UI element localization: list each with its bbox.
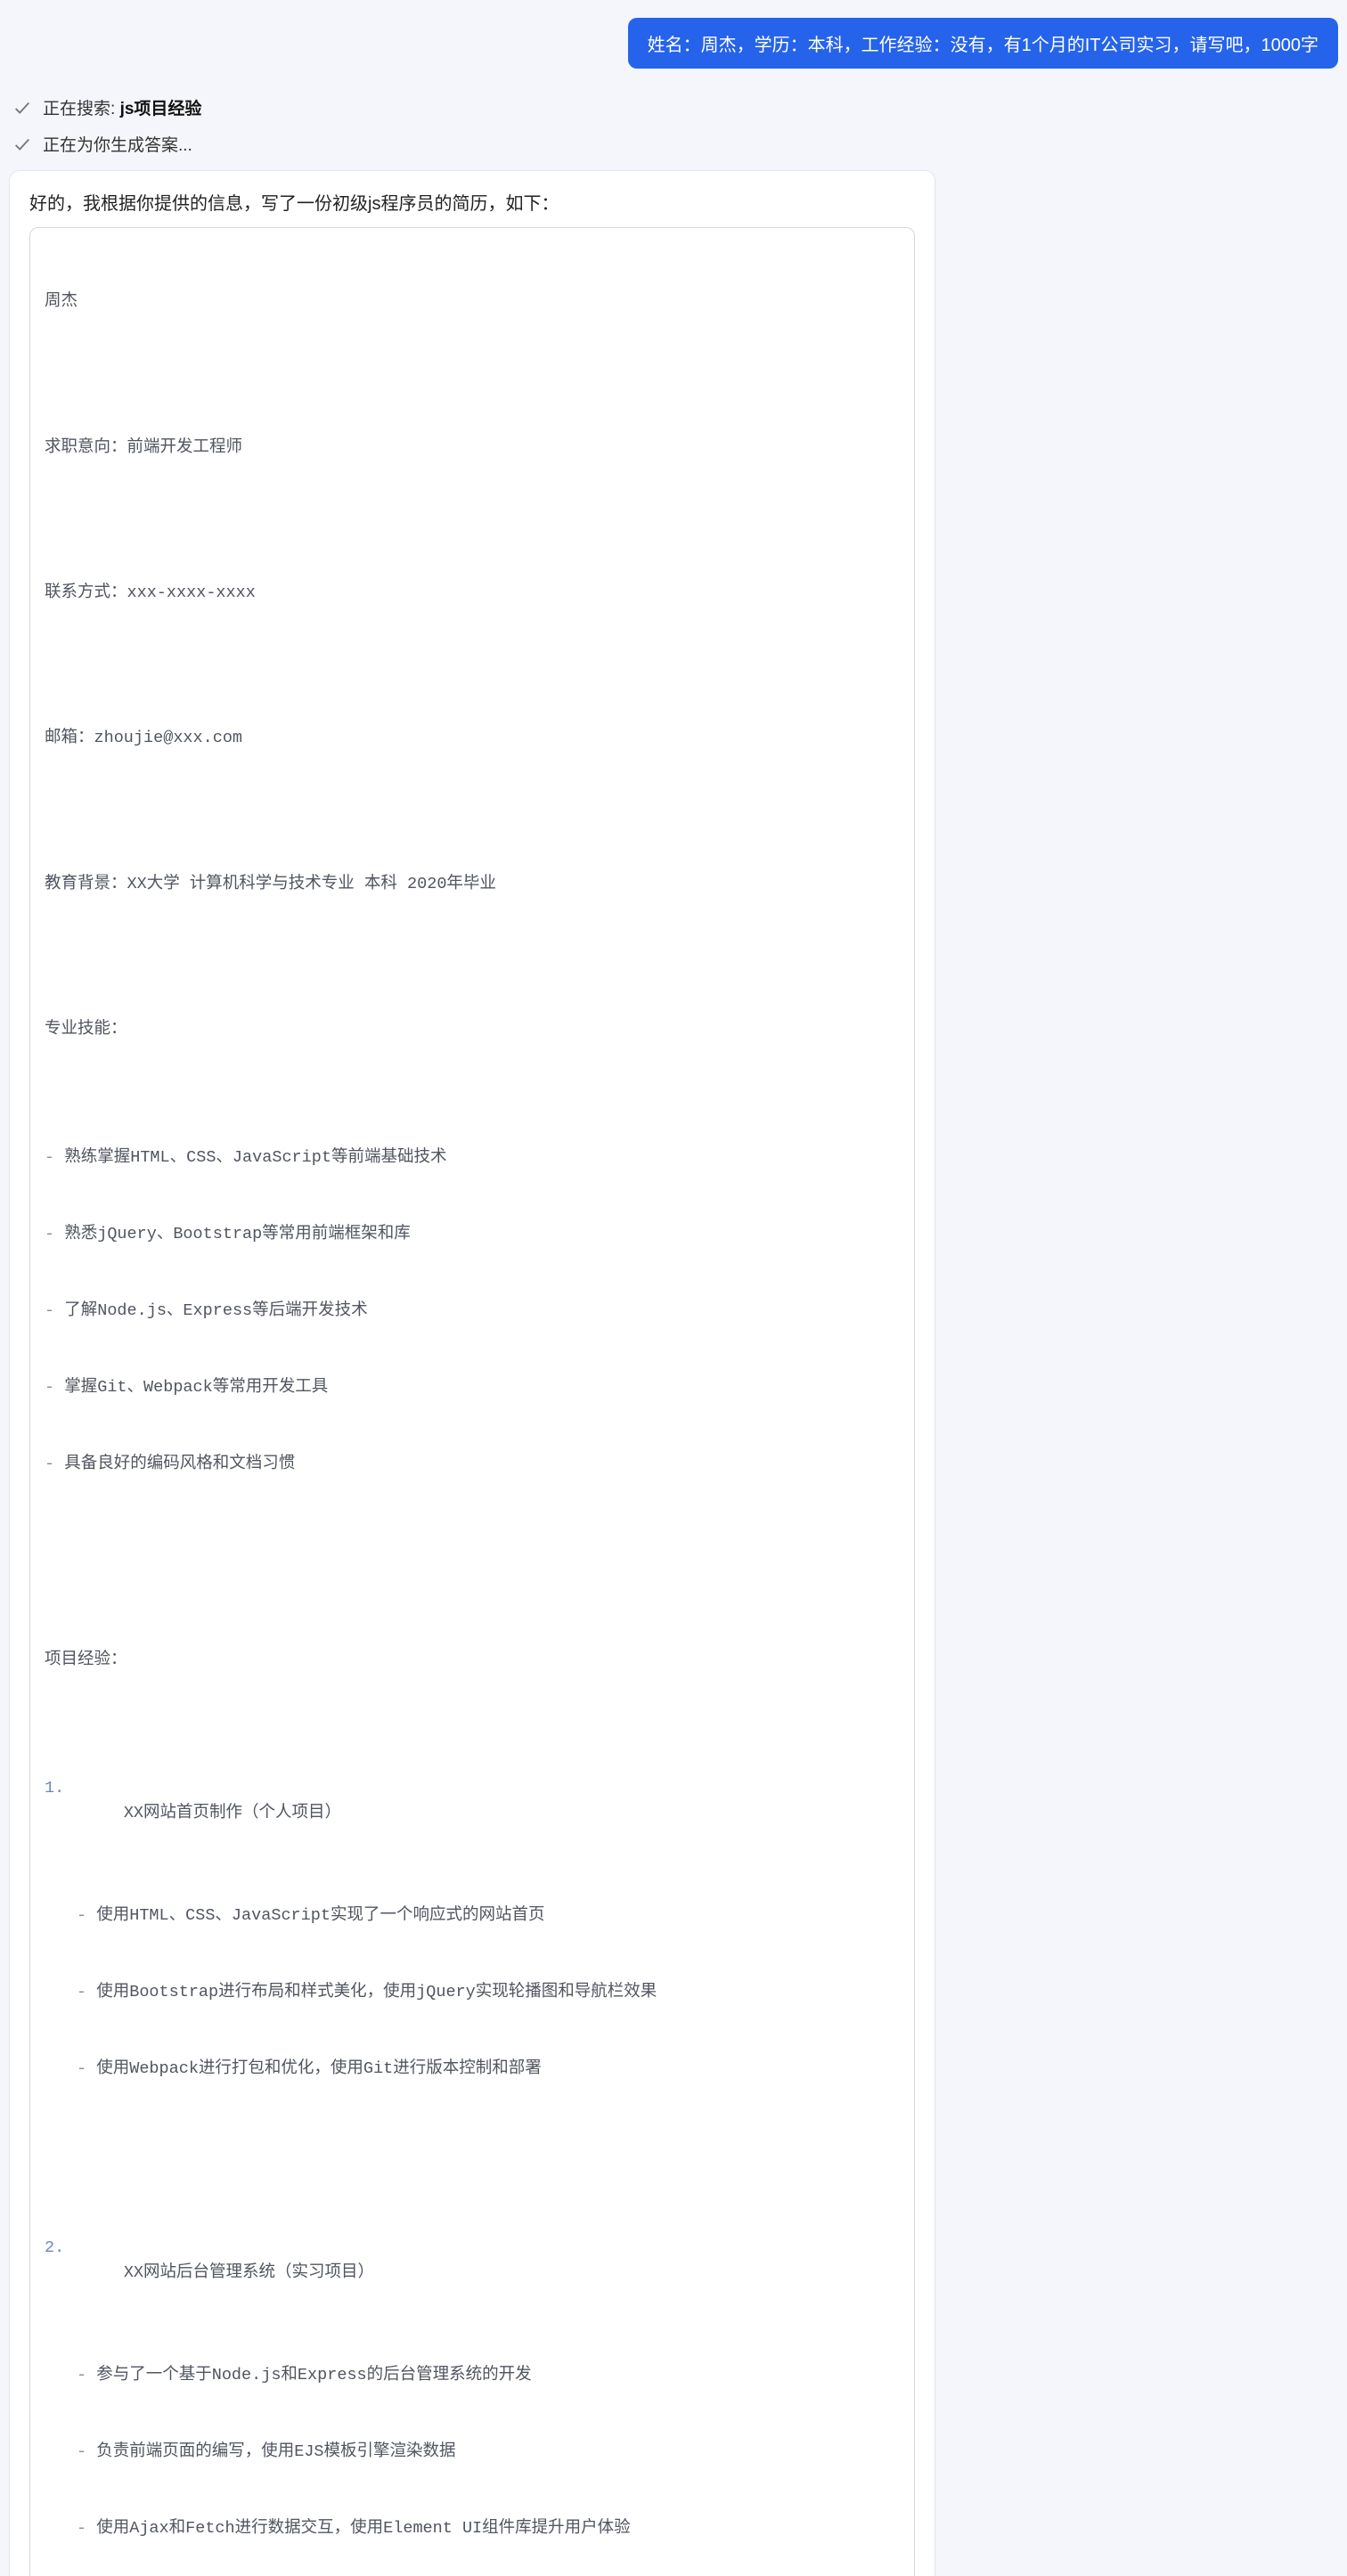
project-title: XX网站首页制作（个人项目） — [124, 1804, 341, 1822]
user-message-row: 姓名：周杰，学历：本科，工作经验：没有，有1个月的IT公司实习，请写吧，1000… — [9, 18, 1338, 69]
list-item: 使用Ajax和Fetch进行数据交互，使用Element UI组件库提升用户体验 — [77, 2516, 900, 2542]
project-item: XX网站首页制作（个人项目） 使用HTML、CSS、JavaScript实现了一… — [45, 1776, 900, 2185]
list-item: 使用Webpack进行打包和优化，使用Git进行版本控制和部署 — [77, 2057, 900, 2083]
resume-intent: 求职意向：前端开发工程师 — [45, 436, 900, 461]
status-searching-label: 正在搜索: js项目经验 — [43, 95, 201, 119]
resume-skills-header: 专业技能： — [45, 1017, 900, 1043]
assistant-response-card: 好的，我根据你提供的信息，写了一份初级js程序员的简历，如下： 周杰 求职意向：… — [9, 170, 935, 2576]
resume-projects-header: 项目经验： — [45, 1648, 900, 1674]
resume-email: 邮箱：zhoujie@xxx.com — [45, 726, 900, 752]
list-item: 掌握Git、Webpack等常用开发工具 — [45, 1375, 900, 1401]
list-item: 熟悉jQuery、Bootstrap等常用前端框架和库 — [45, 1222, 900, 1248]
list-item: 使用HTML、CSS、JavaScript实现了一个响应式的网站首页 — [77, 1903, 900, 1929]
user-message-bubble: 姓名：周杰，学历：本科，工作经验：没有，有1个月的IT公司实习，请写吧，1000… — [628, 18, 1338, 69]
status-generating: 正在为你生成答案... — [12, 132, 1338, 156]
check-icon — [12, 98, 32, 118]
status-searching: 正在搜索: js项目经验 — [12, 95, 1338, 119]
project-bullets: 参与了一个基于Node.js和Express的后台管理系统的开发 负责前端页面的… — [77, 2312, 900, 2576]
list-item: 熟练掌握HTML、CSS、JavaScript等前端基础技术 — [45, 1145, 900, 1171]
response-intro: 好的，我根据你提供的信息，写了一份初级js程序员的简历，如下： — [29, 189, 915, 215]
list-item: 具备良好的编码风格和文档习惯 — [45, 1452, 900, 1478]
resume-contact: 联系方式：xxx-xxxx-xxxx — [45, 581, 900, 607]
project-bullets: 使用HTML、CSS、JavaScript实现了一个响应式的网站首页 使用Boo… — [77, 1853, 900, 2133]
resume-projects-list: XX网站首页制作（个人项目） 使用HTML、CSS、JavaScript实现了一… — [45, 1724, 900, 2576]
check-icon — [12, 135, 32, 154]
resume-name: 周杰 — [45, 289, 900, 315]
project-title: XX网站后台管理系统（实习项目） — [124, 2263, 374, 2282]
status-generating-label: 正在为你生成答案... — [43, 132, 192, 156]
project-item: XX网站后台管理系统（实习项目） 参与了一个基于Node.js和Express的… — [45, 2236, 900, 2576]
list-item: 了解Node.js、Express等后端开发技术 — [45, 1299, 900, 1325]
search-query: js项目经验 — [120, 100, 202, 118]
resume-code-block: 周杰 求职意向：前端开发工程师 联系方式：xxx-xxxx-xxxx 邮箱：zh… — [29, 227, 915, 2576]
list-item: 负责前端页面的编写，使用EJS模板引擎渲染数据 — [77, 2440, 900, 2466]
resume-education: 教育背景：XX大学 计算机科学与技术专业 本科 2020年毕业 — [45, 872, 900, 898]
resume-skills-list: 熟练掌握HTML、CSS、JavaScript等前端基础技术 熟悉jQuery、… — [45, 1094, 900, 1528]
list-item: 参与了一个基于Node.js和Express的后台管理系统的开发 — [77, 2363, 900, 2389]
list-item: 使用Bootstrap进行布局和样式美化，使用jQuery实现轮播图和导航栏效果 — [77, 1980, 900, 2006]
